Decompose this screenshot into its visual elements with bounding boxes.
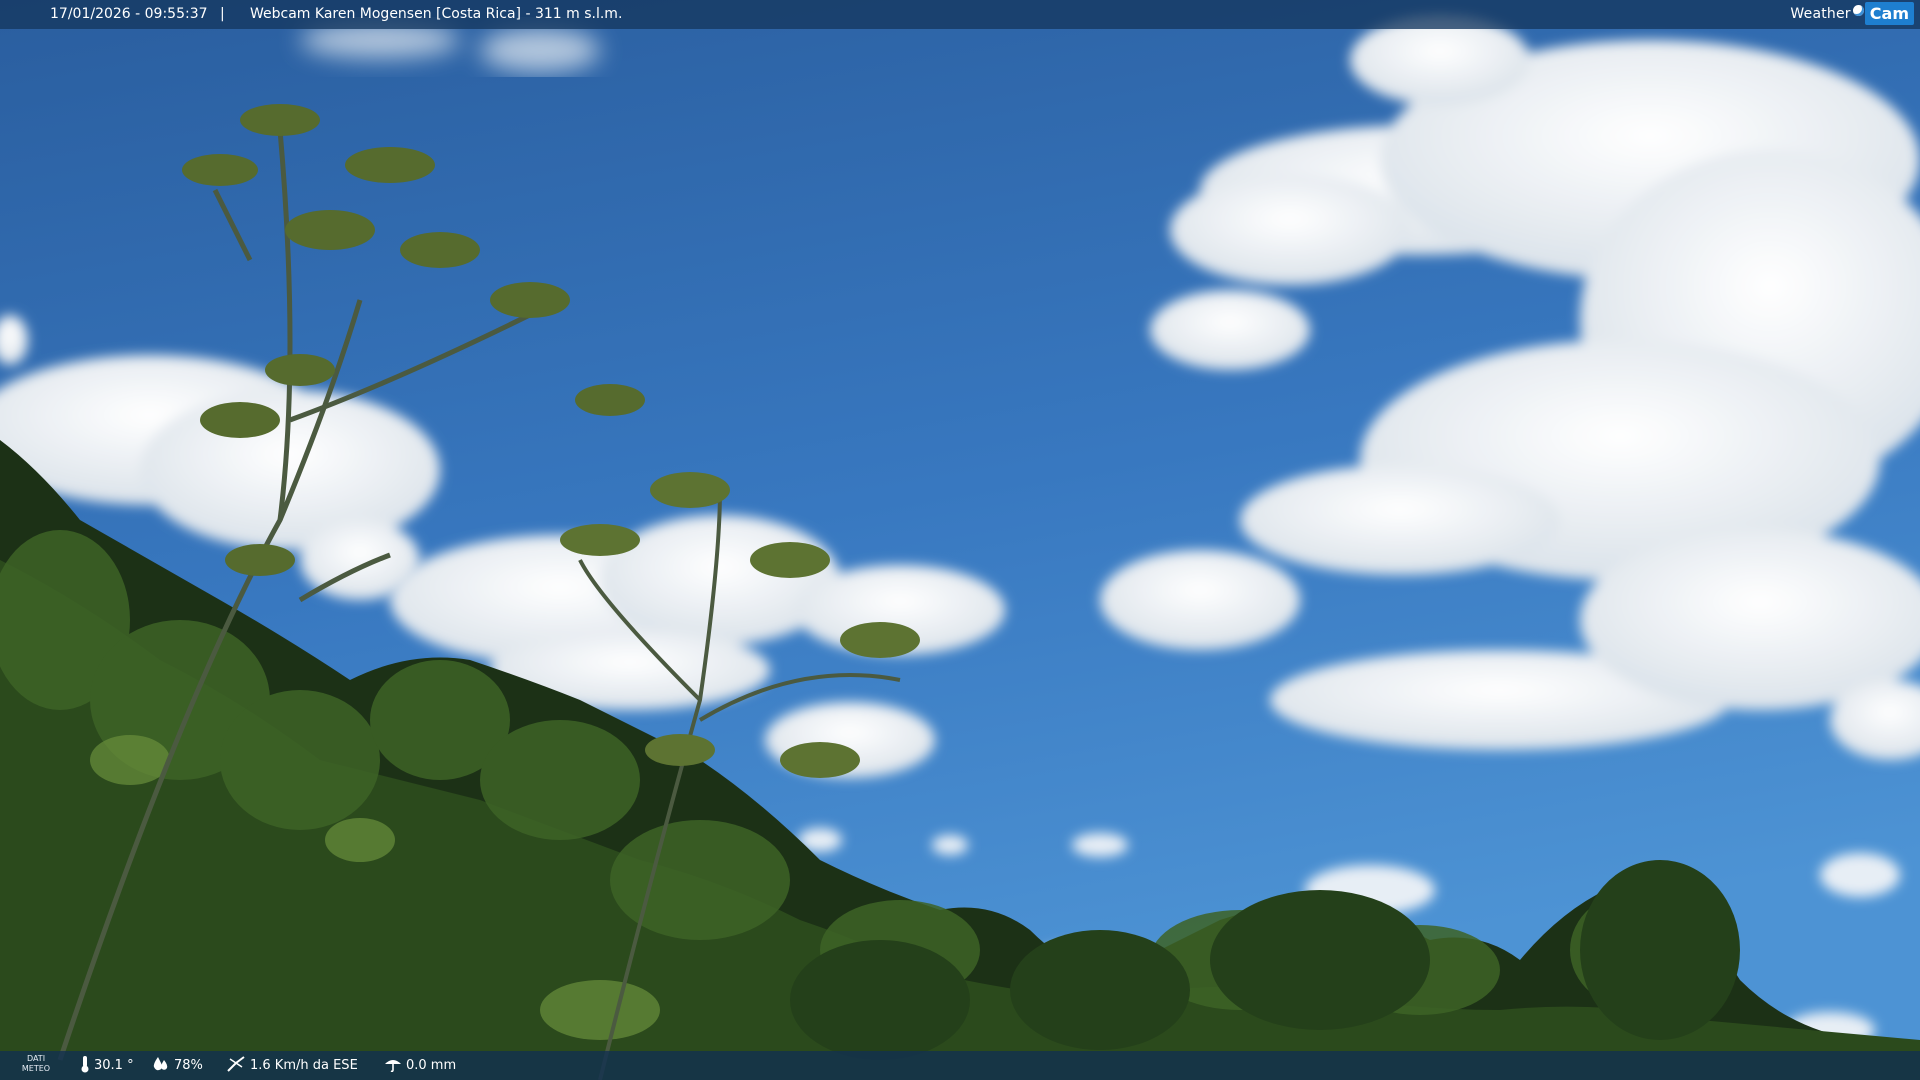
rain-gauge-icon bbox=[384, 1056, 402, 1076]
timestamp: 17/01/2026 - 09:55:37 bbox=[50, 6, 208, 22]
logo-dot-icon bbox=[1852, 5, 1864, 16]
humidity-value: 78% bbox=[174, 1058, 203, 1073]
webcam-title: Webcam Karen Mogensen [Costa Rica] - 311… bbox=[250, 6, 623, 22]
thermometer-icon bbox=[80, 1055, 90, 1077]
temperature-reading: 30.1 ° bbox=[80, 1051, 134, 1080]
humidity-reading: 78% bbox=[152, 1051, 203, 1080]
rain-reading: 0.0 mm bbox=[384, 1051, 456, 1080]
rain-value: 0.0 mm bbox=[406, 1058, 457, 1073]
dati-meteo-label: DATI METEO bbox=[18, 1054, 54, 1074]
top-info-bar: 17/01/2026 - 09:55:37 | Webcam Karen Mog… bbox=[0, 0, 1920, 29]
dati-label: DATI bbox=[26, 1054, 46, 1063]
water-drop-icon bbox=[152, 1056, 170, 1076]
wind-reading: 1.6 Km/h da ESE bbox=[226, 1051, 358, 1080]
webcam-image bbox=[0, 0, 1920, 1080]
meteo-label: METEO bbox=[21, 1064, 51, 1073]
weathercam-logo: Weather Cam bbox=[1790, 0, 1920, 27]
wind-vane-icon bbox=[226, 1055, 246, 1077]
temperature-value: 30.1 ° bbox=[94, 1058, 134, 1073]
logo-cam-text: Cam bbox=[1864, 2, 1914, 25]
header-separator: | bbox=[220, 6, 225, 22]
wind-value: 1.6 Km/h da ESE bbox=[250, 1058, 358, 1073]
logo-weather-text: Weather bbox=[1790, 5, 1851, 22]
weather-data-bar: DATI METEO 30.1 ° 78% 1.6 Km/h da ESE 0.… bbox=[0, 1051, 1920, 1080]
